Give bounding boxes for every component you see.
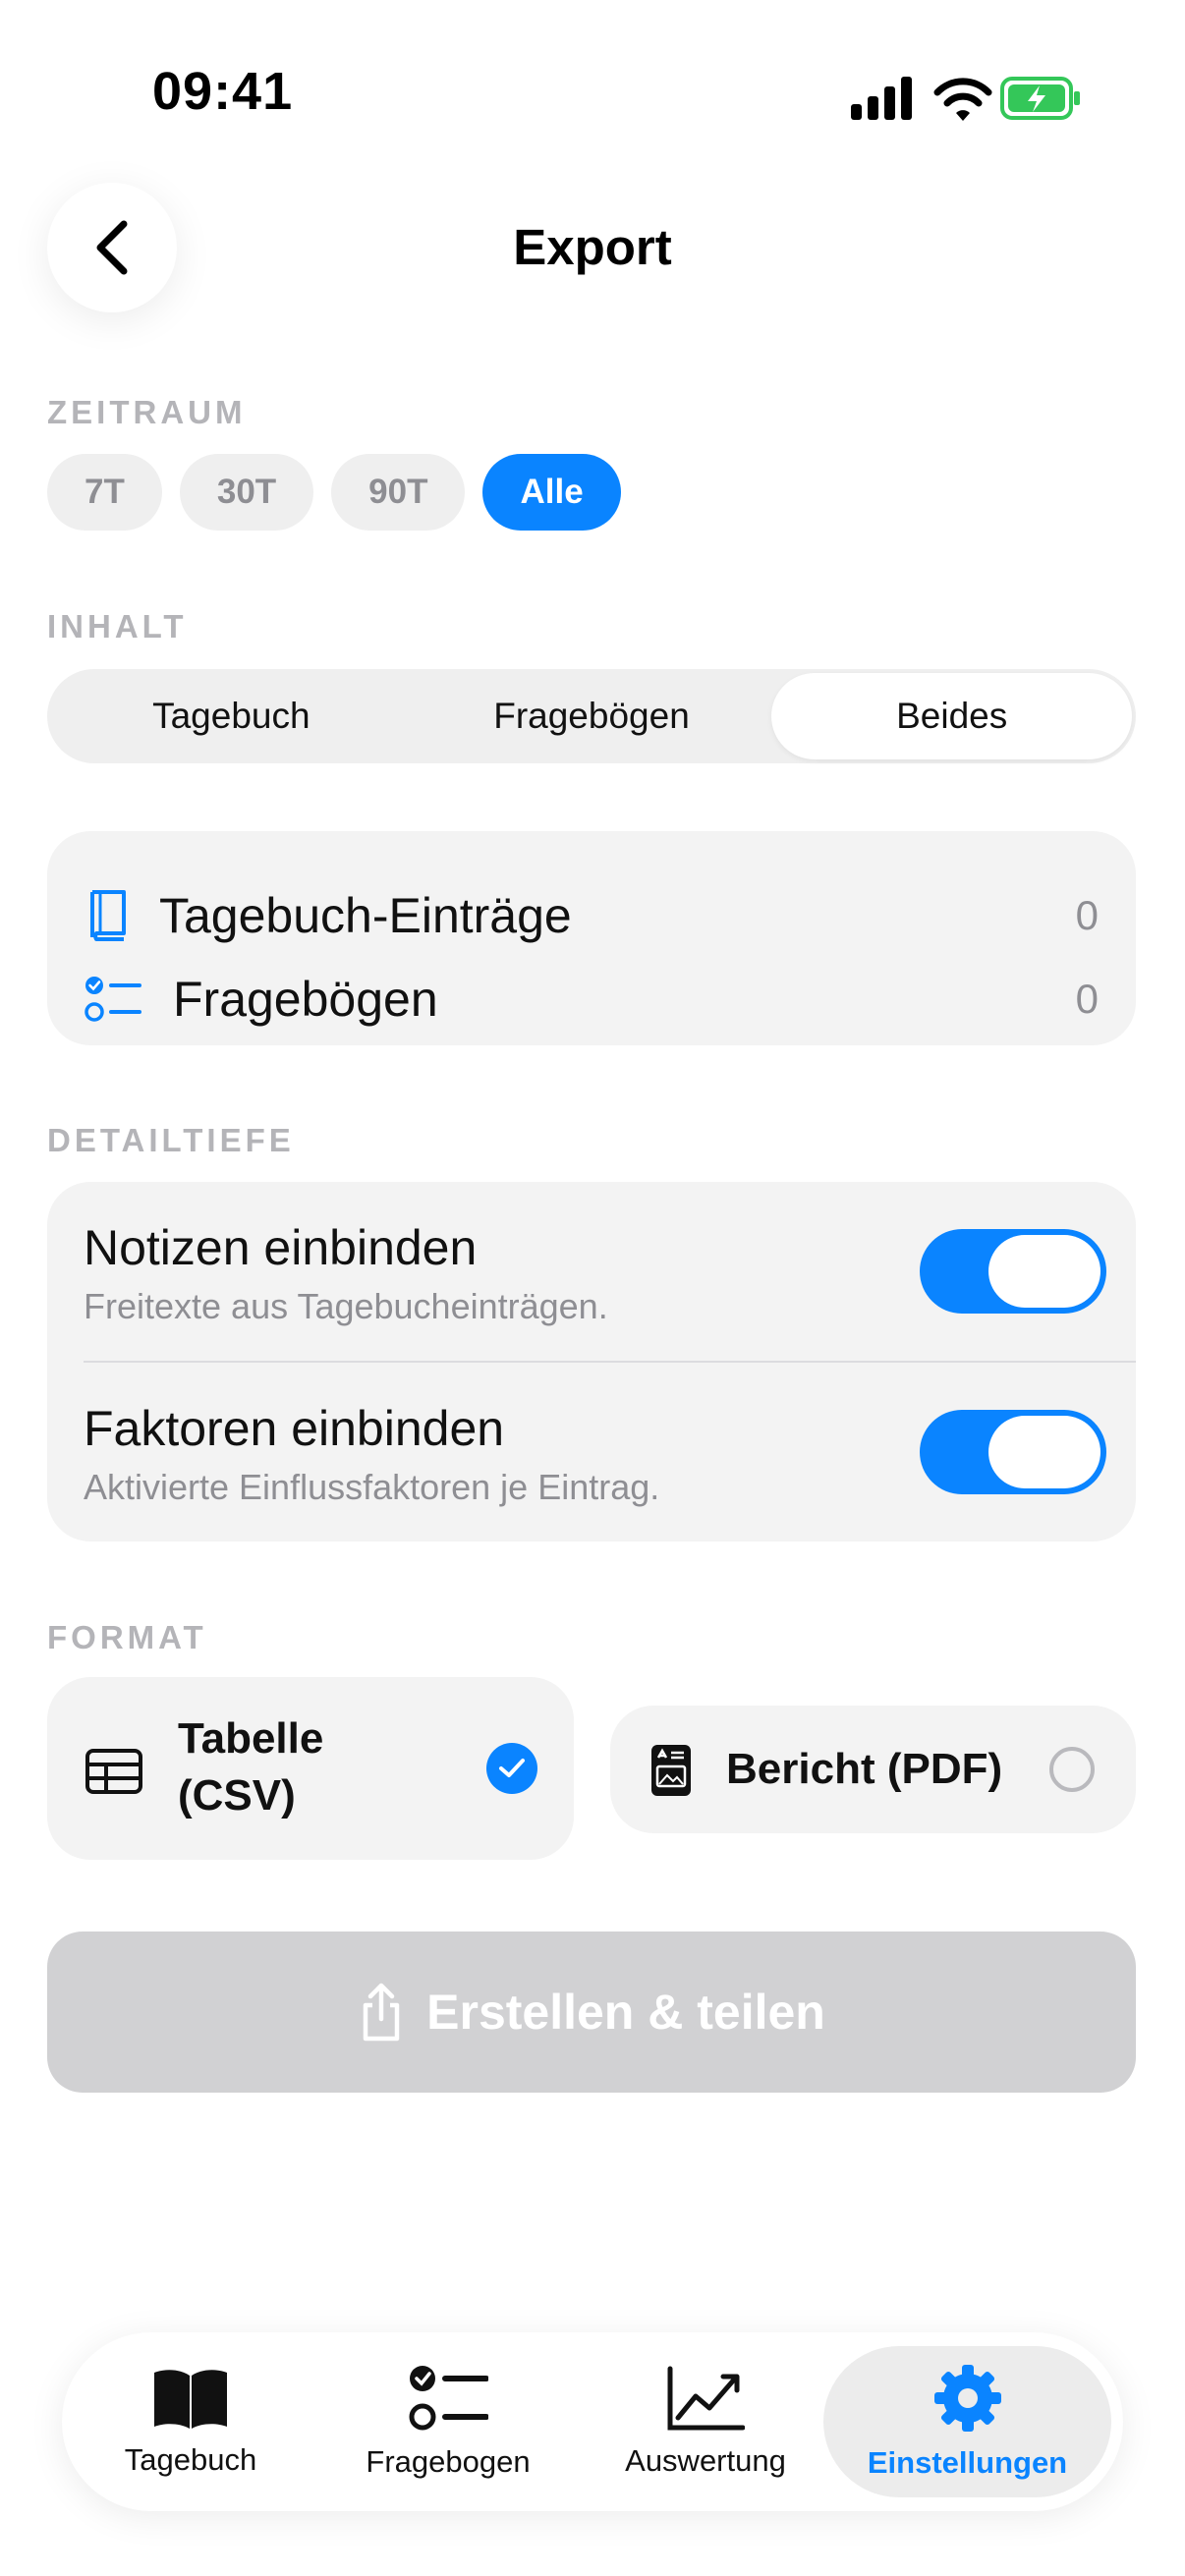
table-icon [85,1749,142,1794]
count-label: Tagebuch-Einträge [159,888,572,943]
tab-label: Fragebogen [366,2444,531,2479]
segment-beides[interactable]: Beides [771,673,1133,759]
chip-30t[interactable]: 30T [179,454,314,531]
count-row-diary: Tagebuch-Einträge 0 [47,876,1136,955]
tab-einstellungen[interactable]: Einstellungen [823,2346,1111,2497]
tab-auswertung[interactable]: Auswertung [577,2332,834,2511]
status-icons [851,77,1080,121]
book-open-icon [154,2370,227,2429]
counts-card: Tagebuch-Einträge 0 Fragebögen 0 [47,831,1136,1045]
segment-frageboegen[interactable]: Fragebögen [412,673,772,759]
radio-unchecked-icon [1049,1747,1095,1792]
create-share-button[interactable]: Erstellen & teilen [47,1932,1136,2093]
tab-fragebogen[interactable]: Fragebogen [319,2332,577,2511]
detail-subtitle: Aktivierte Einflussfaktoren je Eintrag. [84,1467,660,1507]
detail-title: Notizen einbinden [84,1220,478,1275]
status-time: 09:41 [152,62,294,121]
count-row-questionnaires: Fragebögen 0 [47,960,1136,1038]
format-csv-line1: Tabelle [178,1714,324,1763]
chip-all[interactable]: Alle [482,454,621,531]
count-value: 0 [1075,892,1099,938]
section-label-period: ZEITRAUM [47,394,247,430]
chart-line-icon [667,2366,745,2431]
count-value: 0 [1075,976,1099,1022]
detail-subtitle: Freitexte aus Tagebucheinträgen. [84,1286,608,1326]
tab-label: Tagebuch [124,2442,257,2477]
detail-title: Faktoren einbinden [84,1401,505,1456]
period-chips: 7T 30T 90T Alle [47,454,621,531]
format-pdf-label: Bericht (PDF) [726,1745,1003,1793]
segment-tagebuch[interactable]: Tagebuch [51,673,412,759]
tab-tagebuch[interactable]: Tagebuch [62,2332,319,2511]
checklist-icon [409,2366,488,2431]
section-label-detail: DETAILTIEFE [47,1122,295,1158]
signal-icon [851,77,912,120]
battery-icon [1000,77,1080,120]
wifi-icon [933,78,992,121]
tab-label: Einstellungen [867,2445,1068,2480]
toggle-knob [988,1235,1100,1308]
create-share-label: Erstellen & teilen [426,1985,825,2040]
content-segmented-control: Tagebuch Fragebögen Beides [47,669,1136,763]
gear-icon [933,2365,1001,2432]
tab-label: Auswertung [625,2443,786,2478]
format-csv-line2: (CSV) [178,1771,296,1820]
toggle-knob [988,1416,1100,1488]
section-label-content: INHALT [47,608,188,644]
tab-bar: Tagebuch Fragebogen Auswertung Einstellu… [62,2332,1123,2511]
format-option-pdf[interactable]: Bericht (PDF) [610,1706,1136,1833]
chip-90t[interactable]: 90T [331,454,466,531]
share-icon [363,1983,400,2042]
checkmark-icon [486,1743,537,1794]
checklist-icon [85,977,141,1022]
chip-7t[interactable]: 7T [47,454,162,531]
detail-row-notes: Notizen einbinden Freitexte aus Tagebuch… [47,1182,1136,1363]
format-option-csv[interactable]: Tabelle (CSV) [47,1677,574,1860]
count-label: Fragebögen [173,972,438,1027]
page-title: Export [513,219,672,275]
report-icon [651,1745,691,1796]
notes-toggle[interactable] [920,1229,1106,1314]
book-icon [90,890,126,941]
factors-toggle[interactable] [920,1410,1106,1494]
section-label-format: FORMAT [47,1619,207,1655]
detail-row-factors: Faktoren einbinden Aktivierte Einflussfa… [47,1362,1136,1541]
detail-card: Notizen einbinden Freitexte aus Tagebuch… [47,1182,1136,1541]
